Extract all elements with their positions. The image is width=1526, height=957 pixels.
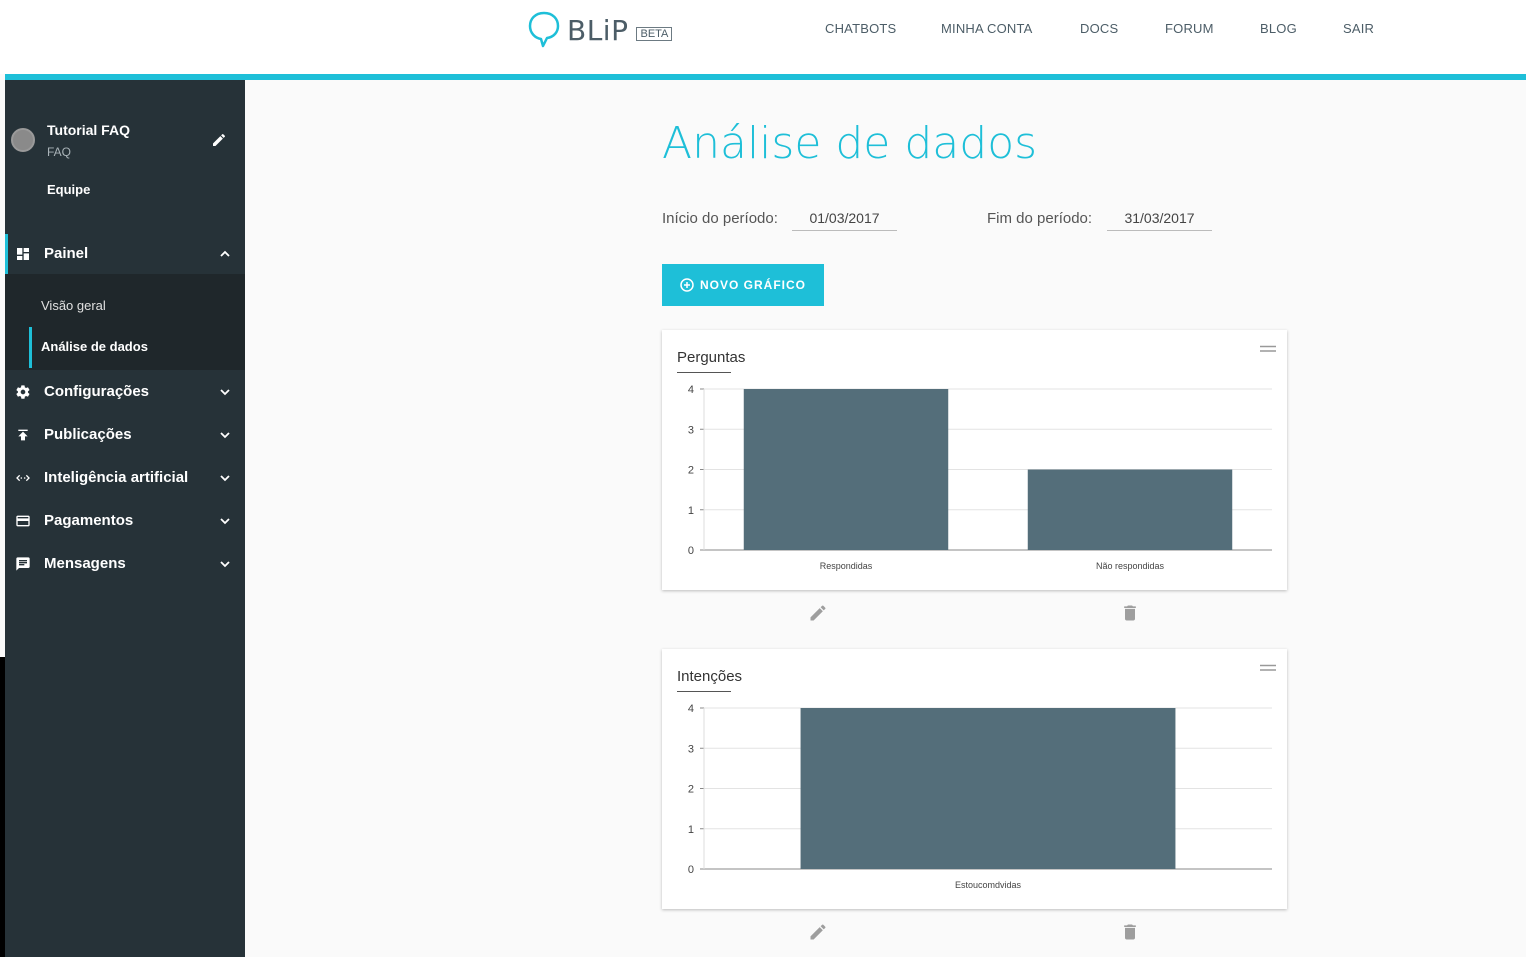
nav-docs[interactable]: DOCS: [1080, 21, 1118, 36]
new-chart-label: NOVO GRÁFICO: [699, 278, 806, 292]
bar: [800, 708, 1176, 869]
chevron-down-icon: [220, 389, 230, 396]
sidebar-item-label: Publicações: [44, 426, 132, 443]
nav-forum[interactable]: FORUM: [1165, 21, 1214, 36]
sidebar-item-mensagens[interactable]: Mensagens: [5, 544, 245, 584]
publish-icon: [18, 429, 28, 441]
sidebar-item-painel[interactable]: Painel: [5, 234, 245, 274]
y-tick-label: 1: [688, 824, 694, 836]
y-tick-label: 0: [688, 545, 694, 557]
y-tick-label: 2: [688, 784, 694, 796]
sidebar-item-equipe[interactable]: Equipe: [47, 182, 90, 197]
nav-minha-conta[interactable]: MINHA CONTA: [941, 21, 1033, 36]
bar-chart-intencoes: 0 1 2 3 4 Estoucomdvidas: [688, 703, 1272, 890]
y-tick-label: 3: [688, 743, 694, 755]
chevron-down-icon: [220, 432, 230, 439]
nav-blog[interactable]: BLOG: [1260, 21, 1297, 36]
dashboard-icon: [17, 248, 29, 260]
sidebar-item-visao-geral[interactable]: Visão geral: [41, 298, 106, 313]
pencil-icon[interactable]: [808, 922, 828, 942]
chevron-down-icon: [220, 475, 230, 482]
sidebar-item-inteligencia-artificial[interactable]: Inteligência artificial: [5, 458, 245, 498]
bot-avatar: [11, 128, 35, 152]
chart-card-intencoes: Intenções 0 1 2 3 4 Estoucomdvidas: [662, 649, 1287, 909]
pencil-icon[interactable]: [211, 132, 227, 148]
y-tick-label: 0: [688, 864, 694, 876]
x-tick-label: Estoucomdvidas: [955, 880, 1022, 890]
top-navbar: BLiP BETA CHATBOTS MINHA CONTA DOCS FORU…: [0, 0, 1526, 74]
sidebar-item-label: Mensagens: [44, 555, 126, 572]
code-arrows-icon: [16, 474, 30, 482]
active-indicator: [29, 327, 32, 368]
bar: [743, 389, 949, 550]
x-tick-label: Respondidas: [820, 561, 873, 571]
period-end-input[interactable]: 31/03/2017: [1107, 204, 1212, 231]
sidebar: Tutorial FAQ FAQ Equipe Painel Visão ger…: [5, 80, 245, 957]
bar: [1027, 469, 1233, 550]
chevron-down-icon: [220, 561, 230, 568]
y-tick-label: 4: [688, 703, 694, 715]
sidebar-item-label: Inteligência artificial: [44, 469, 189, 486]
y-tick-label: 1: [688, 505, 694, 517]
period-start-input[interactable]: 01/03/2017: [792, 204, 897, 231]
chevron-up-icon: [220, 250, 230, 257]
add-circle-icon: [680, 278, 694, 292]
message-icon: [16, 557, 30, 571]
sidebar-item-pagamentos[interactable]: Pagamentos: [5, 501, 245, 541]
sidebar-item-label: Pagamentos: [44, 512, 134, 529]
y-tick-label: 4: [688, 384, 694, 396]
nav-chatbots[interactable]: CHATBOTS: [825, 21, 896, 36]
bot-subtitle: FAQ: [47, 145, 72, 159]
trash-icon[interactable]: [1120, 603, 1140, 623]
pencil-icon[interactable]: [808, 603, 828, 623]
sidebar-item-label: Configurações: [44, 383, 150, 400]
bar-chart-perguntas: 0 1 2 3 4 Respondidas Não respondidas: [688, 384, 1272, 571]
bot-name: Tutorial FAQ: [47, 122, 130, 138]
period-start-label: Início do período:: [662, 210, 778, 227]
sidebar-item-publicacoes[interactable]: Publicações: [5, 415, 245, 455]
page-title: Análise de dados: [662, 118, 1038, 169]
nav-sair[interactable]: SAIR: [1343, 21, 1374, 36]
active-indicator: [5, 234, 8, 274]
y-tick-label: 2: [688, 465, 694, 477]
credit-card-icon: [16, 515, 30, 527]
new-chart-button[interactable]: NOVO GRÁFICO: [662, 264, 824, 306]
sidebar-item-label: Painel: [44, 245, 89, 262]
sidebar-item-configuracoes[interactable]: Configurações: [5, 372, 245, 412]
y-tick-label: 3: [688, 424, 694, 436]
chevron-down-icon: [220, 518, 230, 525]
sidebar-item-analise-de-dados[interactable]: Análise de dados: [41, 339, 148, 354]
chart-card-perguntas: Perguntas 0 1 2 3 4 Respondidas Não respondida…: [662, 330, 1287, 590]
period-end-label: Fim do período:: [987, 210, 1093, 227]
painel-submenu: Visão geral Análise de dados: [5, 274, 245, 370]
gear-icon: [16, 385, 30, 399]
trash-icon[interactable]: [1120, 922, 1140, 942]
top-nav: CHATBOTS MINHA CONTA DOCS FORUM BLOG SAI…: [0, 21, 1526, 39]
x-tick-label: Não respondidas: [1096, 561, 1165, 571]
